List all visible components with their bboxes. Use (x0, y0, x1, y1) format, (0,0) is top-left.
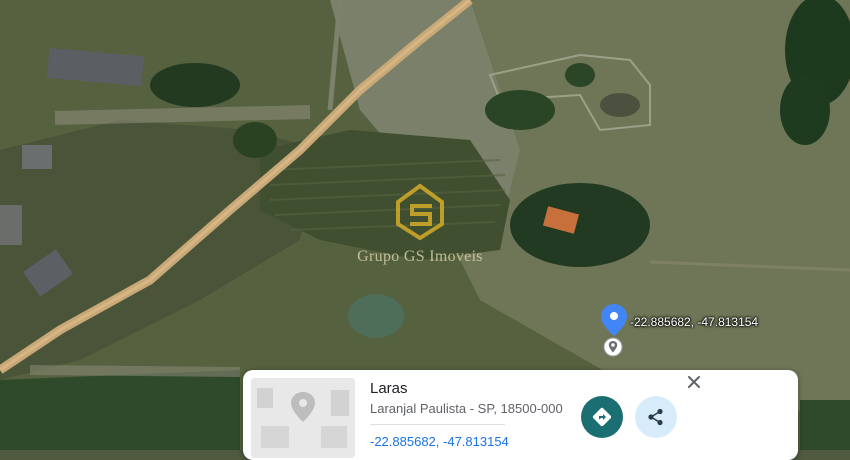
place-address: Laranjal Paulista - SP, 18500-000 (370, 401, 563, 416)
watermark-logo: Grupo GS Imoveis (340, 180, 500, 270)
share-icon (648, 408, 663, 426)
location-marker-icon[interactable] (603, 337, 623, 357)
divider (370, 424, 505, 425)
map-pin-icon[interactable] (600, 303, 628, 337)
directions-button[interactable] (581, 396, 623, 438)
share-button[interactable] (635, 396, 677, 438)
street-view-placeholder-icon[interactable] (251, 378, 355, 458)
place-card: Laras Laranjal Paulista - SP, 18500-000 … (243, 370, 798, 460)
directions-icon (592, 407, 612, 427)
close-icon[interactable] (686, 374, 702, 390)
place-coordinates-link[interactable]: -22.885682, -47.813154 (370, 434, 509, 449)
marker-coordinates-label: -22.885682, -47.813154 (630, 315, 759, 329)
place-title: Laras (370, 380, 408, 397)
watermark-text: Grupo GS Imoveis (357, 248, 483, 265)
gs-logo-icon (396, 183, 444, 241)
